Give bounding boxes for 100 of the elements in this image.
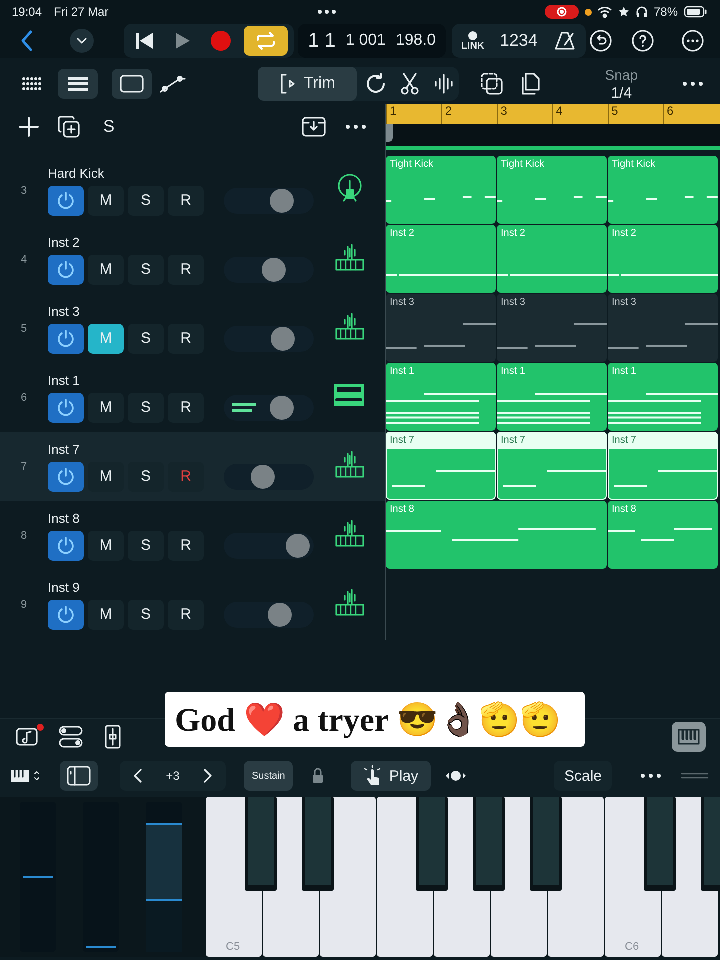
- volume-knob[interactable]: [286, 534, 310, 558]
- solo-button[interactable]: S: [128, 324, 164, 354]
- record-enable-button[interactable]: R: [168, 324, 204, 354]
- more-icon: [682, 30, 704, 52]
- mute-button[interactable]: M: [88, 530, 124, 560]
- solo-button[interactable]: S: [128, 600, 164, 630]
- mute-button[interactable]: M: [88, 600, 124, 630]
- power-button[interactable]: [48, 254, 84, 284]
- slider-thumb[interactable]: [86, 946, 116, 948]
- volume-slider[interactable]: [224, 464, 314, 490]
- volume-knob[interactable]: [270, 396, 294, 420]
- volume-knob[interactable]: [251, 464, 276, 488]
- midi-note: [424, 393, 496, 396]
- midi-note: [614, 485, 646, 488]
- midi-region[interactable]: Inst 3: [386, 294, 496, 362]
- midi-region[interactable]: Inst 3: [608, 294, 718, 362]
- chevron-left-icon: [134, 769, 142, 783]
- track-header[interactable]: 6 Inst 1 M S R: [0, 363, 385, 432]
- volume-slider[interactable]: [224, 602, 314, 628]
- pitch-slider[interactable]: [20, 802, 56, 952]
- midi-note: [546, 470, 607, 472]
- midi-region[interactable]: Inst 7: [497, 432, 607, 500]
- tracks-menu-button[interactable]: [70, 29, 94, 53]
- play-mode-button[interactable]: Play: [351, 761, 431, 791]
- link-button[interactable]: LINK: [458, 26, 488, 56]
- battery-percentage: 78%: [654, 5, 678, 19]
- power-icon: [57, 260, 75, 278]
- volume-knob[interactable]: [270, 326, 295, 350]
- snap-label: Snap: [605, 66, 638, 82]
- solo-button[interactable]: S: [128, 392, 164, 422]
- volume-slider[interactable]: [224, 326, 314, 352]
- solo-button[interactable]: S: [128, 186, 164, 216]
- track-header[interactable]: 4 Inst 2 M S R: [0, 225, 385, 294]
- mute-button[interactable]: M: [88, 392, 124, 422]
- snap-selector[interactable]: Snap 1/4: [605, 64, 638, 104]
- power-button[interactable]: [48, 600, 84, 630]
- volume-slider[interactable]: [224, 256, 314, 282]
- midi-note: [536, 393, 607, 396]
- volume-knob[interactable]: [270, 188, 294, 212]
- record-enable-button[interactable]: R: [168, 530, 204, 560]
- track-name: Inst 2: [48, 234, 81, 250]
- power-icon: [57, 192, 75, 210]
- volume-knob[interactable]: [268, 602, 292, 626]
- dashed-squares-icon: [481, 73, 504, 95]
- region-view-button[interactable]: [112, 69, 152, 99]
- track-header[interactable]: 5 Inst 3 M S R: [0, 294, 385, 363]
- midi-region[interactable]: Inst 7: [608, 432, 718, 500]
- record-enable-button[interactable]: R: [168, 462, 204, 492]
- cycle-button[interactable]: [244, 26, 288, 56]
- track-number: 6: [20, 392, 28, 404]
- fader-icon: [105, 725, 121, 749]
- track-number: 5: [20, 322, 28, 334]
- solo-button[interactable]: S: [128, 254, 164, 284]
- record-enable-button[interactable]: R: [168, 600, 204, 630]
- tray-download-icon: [302, 117, 326, 137]
- power-button[interactable]: [48, 392, 84, 422]
- global-solo-button[interactable]: S: [94, 112, 124, 142]
- layout-button[interactable]: [60, 761, 98, 791]
- power-button[interactable]: [48, 186, 84, 216]
- timeline-ruler[interactable]: 1 2 3 4 5 6: [386, 104, 720, 124]
- midi-note: [386, 274, 397, 276]
- volume-slider[interactable]: [224, 532, 314, 558]
- trim-button[interactable]: Trim: [258, 67, 358, 101]
- playhead-marker[interactable]: [386, 124, 393, 142]
- record-enable-button[interactable]: R: [168, 186, 204, 216]
- volume-slider[interactable]: [224, 188, 314, 214]
- count-in-button[interactable]: 1234: [500, 26, 538, 56]
- track-header[interactable]: 9 Inst 9 M S R: [0, 570, 385, 639]
- grip-lines-icon: [681, 772, 709, 780]
- piano-keyboard[interactable]: [206, 797, 720, 957]
- tracks-view-button[interactable]: [58, 69, 98, 99]
- volume-slider[interactable]: [224, 394, 314, 420]
- power-button[interactable]: [48, 462, 84, 492]
- more-horizontal-icon: [346, 125, 366, 129]
- mute-button[interactable]: M: [88, 186, 124, 216]
- track-header[interactable]: 7 Inst 7 M S R: [0, 432, 385, 501]
- keyboard-toggle-button[interactable]: [672, 722, 706, 752]
- keyboard-waveform-icon: [335, 587, 365, 617]
- track-header[interactable]: 8 Inst 8 M S R: [0, 501, 385, 570]
- track-header[interactable]: 3 Hard Kick M S R: [0, 156, 385, 225]
- solo-button[interactable]: S: [128, 530, 164, 560]
- solo-button[interactable]: S: [128, 462, 164, 492]
- midi-region[interactable]: Inst 3: [497, 294, 607, 362]
- rectangle-icon: [120, 75, 144, 93]
- record-enable-button[interactable]: R: [168, 254, 204, 284]
- battery-icon: [684, 6, 708, 18]
- record-enable-button[interactable]: R: [168, 392, 204, 422]
- duplicate-icon: [58, 116, 80, 138]
- pitch-slider[interactable]: [83, 802, 119, 952]
- scale-button[interactable]: Scale: [554, 761, 612, 791]
- power-button[interactable]: [48, 324, 84, 354]
- mute-button[interactable]: M: [88, 462, 124, 492]
- power-icon: [57, 330, 75, 348]
- undo-icon: [590, 30, 612, 52]
- mute-button[interactable]: M: [88, 254, 124, 284]
- volume-knob[interactable]: [262, 258, 286, 282]
- midi-region[interactable]: Inst 7: [386, 432, 496, 500]
- sustain-button[interactable]: Sustain: [244, 761, 294, 791]
- power-button[interactable]: [48, 530, 84, 560]
- star-icon: [618, 6, 630, 18]
